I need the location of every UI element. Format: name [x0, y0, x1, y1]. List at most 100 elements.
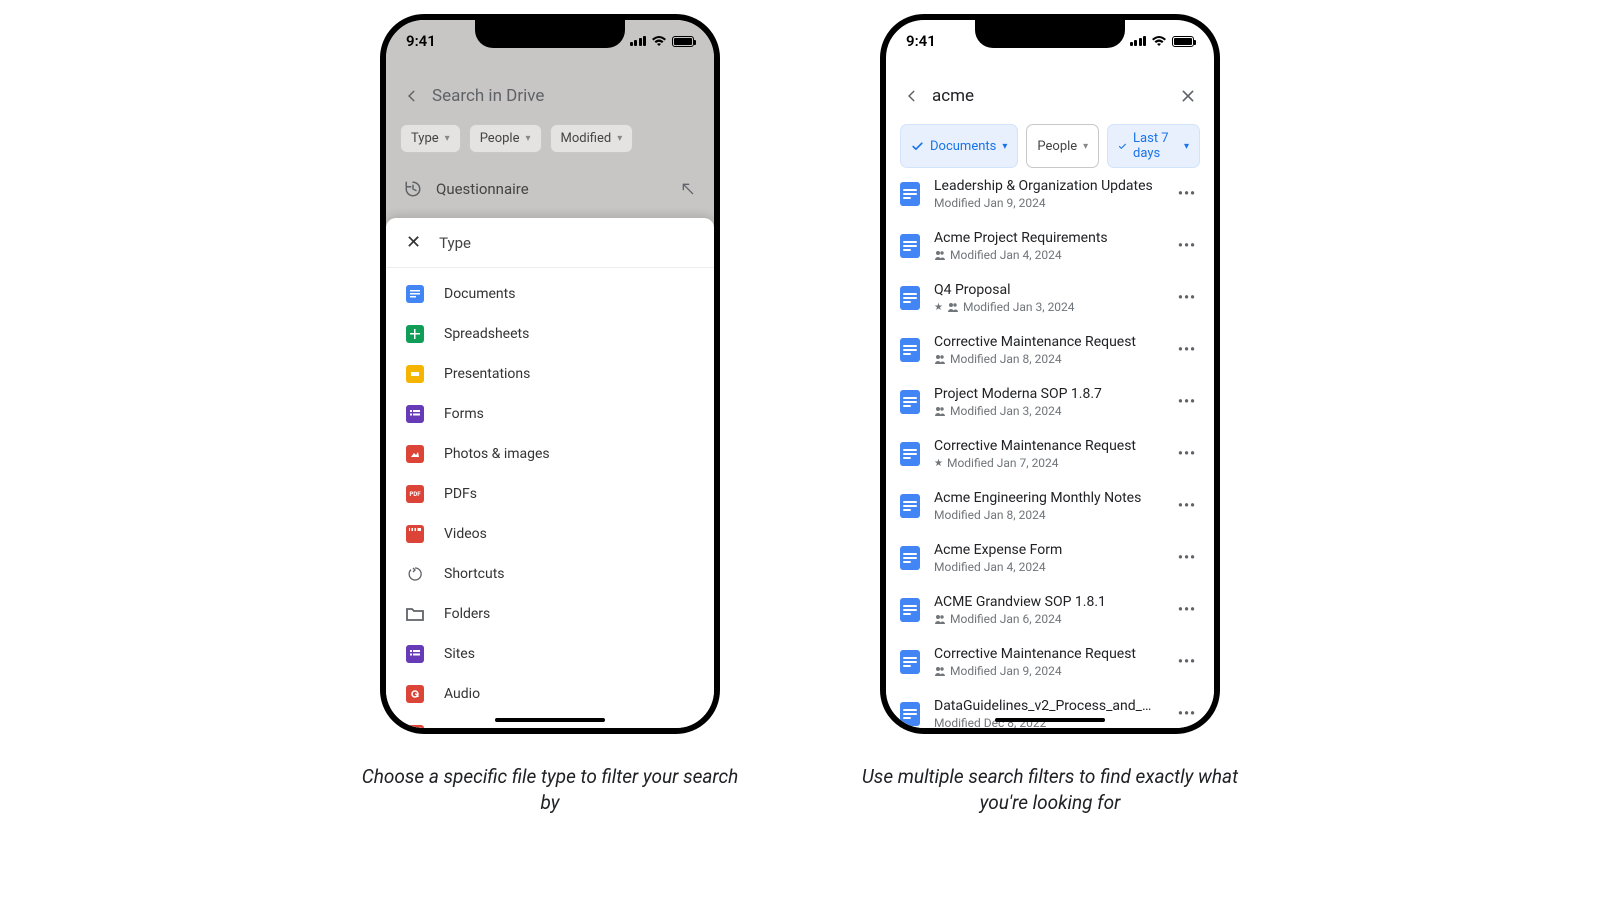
result-text: Q4 Proposal ★Modified Jan 3, 2024	[934, 282, 1160, 314]
result-row[interactable]: Leadership & Organization Updates Modifi…	[886, 168, 1214, 220]
more-button[interactable]: •••	[1174, 546, 1200, 570]
type-option[interactable]: Folders	[386, 594, 714, 634]
more-button[interactable]: •••	[1174, 494, 1200, 518]
slide-icon	[406, 365, 424, 383]
check-icon	[1118, 140, 1127, 153]
shared-icon	[934, 614, 946, 624]
left-column: 9:41 Search in Drive Type▾ People▾ Modifie…	[350, 14, 750, 815]
chip-label: Modified	[561, 131, 612, 146]
sheet-header: ✕ Type	[386, 218, 714, 268]
more-button[interactable]: •••	[1174, 702, 1200, 726]
type-option[interactable]: Audio	[386, 674, 714, 714]
more-button[interactable]: •••	[1174, 338, 1200, 362]
type-option[interactable]: Forms	[386, 394, 714, 434]
result-text: ACME Grandview SOP 1.8.1 Modified Jan 6,…	[934, 594, 1160, 626]
filter-chip[interactable]: Last 7 days▾	[1107, 124, 1200, 168]
notch	[475, 20, 625, 48]
more-button[interactable]: •••	[1174, 286, 1200, 310]
result-row[interactable]: Acme Expense Form Modified Jan 4, 2024 •…	[886, 532, 1214, 584]
result-row[interactable]: Corrective Maintenance Request ★Modified…	[886, 428, 1214, 480]
document-icon	[900, 390, 920, 414]
filter-chip[interactable]: People▾	[469, 124, 542, 153]
type-option[interactable]: Drawings	[386, 714, 714, 734]
type-label: Shortcuts	[444, 566, 505, 582]
close-sheet-button[interactable]: ✕	[406, 232, 421, 253]
type-label: Folders	[444, 606, 490, 622]
filter-chip[interactable]: Modified▾	[550, 124, 634, 153]
result-subtitle: ★Modified Jan 3, 2024	[934, 300, 1160, 314]
chevron-down-icon: ▾	[1184, 141, 1189, 152]
result-row[interactable]: Corrective Maintenance Request Modified …	[886, 324, 1214, 376]
type-option[interactable]: Presentations	[386, 354, 714, 394]
type-option[interactable]: Sites	[386, 634, 714, 674]
filter-chip[interactable]: Type▾	[400, 124, 461, 153]
check-icon	[911, 140, 924, 153]
star-icon: ★	[934, 458, 943, 469]
status-icons	[630, 35, 695, 47]
drawing-icon	[406, 725, 424, 734]
result-row[interactable]: Acme Project Requirements Modified Jan 4…	[886, 220, 1214, 272]
result-text: Acme Expense Form Modified Jan 4, 2024	[934, 542, 1160, 574]
back-button[interactable]	[900, 89, 924, 103]
filter-chip-row: Documents▾People▾Last 7 days▾	[886, 124, 1214, 168]
result-title: Acme Project Requirements	[934, 230, 1160, 246]
result-subtitle: Modified Jan 3, 2024	[934, 404, 1160, 418]
result-title: Q4 Proposal	[934, 282, 1160, 298]
home-indicator[interactable]	[495, 718, 605, 722]
pdf-icon: PDF	[406, 485, 424, 503]
chip-label: Documents	[930, 139, 996, 154]
type-label: Documents	[444, 286, 515, 302]
result-title: Corrective Maintenance Request	[934, 646, 1160, 662]
filter-chip[interactable]: People▾	[1026, 124, 1099, 168]
result-row[interactable]: ACME Grandview SOP 1.8.1 Modified Jan 6,…	[886, 584, 1214, 636]
document-icon	[900, 442, 920, 466]
type-option[interactable]: Shortcuts	[386, 554, 714, 594]
type-option[interactable]: Spreadsheets	[386, 314, 714, 354]
filter-chip[interactable]: Documents▾	[900, 124, 1018, 168]
more-button[interactable]: •••	[1174, 234, 1200, 258]
document-icon	[900, 338, 920, 362]
clear-search-button[interactable]	[1176, 88, 1200, 104]
result-row[interactable]: Project Moderna SOP 1.8.7 Modified Jan 3…	[886, 376, 1214, 428]
notch	[975, 20, 1125, 48]
chip-label: People	[1037, 139, 1077, 154]
suggestion-row[interactable]: Questionnaire	[386, 170, 714, 208]
result-text: Corrective Maintenance Request Modified …	[934, 646, 1160, 678]
shortcut-icon	[406, 565, 424, 583]
shared-icon	[947, 302, 959, 312]
status-icons	[1130, 35, 1195, 47]
photo-icon	[406, 445, 424, 463]
result-row[interactable]: Q4 Proposal ★Modified Jan 3, 2024 •••	[886, 272, 1214, 324]
results-list[interactable]: Leadership & Organization Updates Modifi…	[886, 168, 1214, 728]
video-icon	[406, 525, 424, 543]
result-title: Project Moderna SOP 1.8.7	[934, 386, 1160, 402]
search-query[interactable]: acme	[932, 86, 1176, 106]
right-caption: Use multiple search filters to find exac…	[850, 764, 1250, 815]
battery-icon	[672, 36, 694, 47]
search-input[interactable]: Search in Drive	[432, 86, 700, 106]
result-row[interactable]: DataGuidelines_v2_Process_and_Pr... Modi…	[886, 688, 1214, 728]
more-button[interactable]: •••	[1174, 650, 1200, 674]
result-row[interactable]: Corrective Maintenance Request Modified …	[886, 636, 1214, 688]
more-button[interactable]: •••	[1174, 390, 1200, 414]
back-button[interactable]	[400, 89, 424, 103]
result-title: Acme Engineering Monthly Notes	[934, 490, 1160, 506]
left-caption: Choose a specific file type to filter yo…	[350, 764, 750, 815]
type-option[interactable]: Documents	[386, 274, 714, 314]
type-label: Forms	[444, 406, 484, 422]
more-button[interactable]: •••	[1174, 598, 1200, 622]
result-subtitle: Modified Jan 8, 2024	[934, 508, 1160, 522]
result-subtitle: Modified Jan 8, 2024	[934, 352, 1160, 366]
more-button[interactable]: •••	[1174, 442, 1200, 466]
type-option[interactable]: PDFPDFs	[386, 474, 714, 514]
home-indicator[interactable]	[995, 718, 1105, 722]
status-time: 9:41	[406, 32, 436, 50]
type-option[interactable]: Videos	[386, 514, 714, 554]
type-option[interactable]: Photos & images	[386, 434, 714, 474]
result-row[interactable]: Acme Engineering Monthly Notes Modified …	[886, 480, 1214, 532]
sheet-title: Type	[439, 234, 471, 252]
type-filter-sheet: ✕ Type Documents SpreadsheetsPresentation…	[386, 218, 714, 728]
fill-up-icon[interactable]	[680, 181, 696, 197]
shared-icon	[934, 406, 946, 416]
more-button[interactable]: •••	[1174, 182, 1200, 206]
